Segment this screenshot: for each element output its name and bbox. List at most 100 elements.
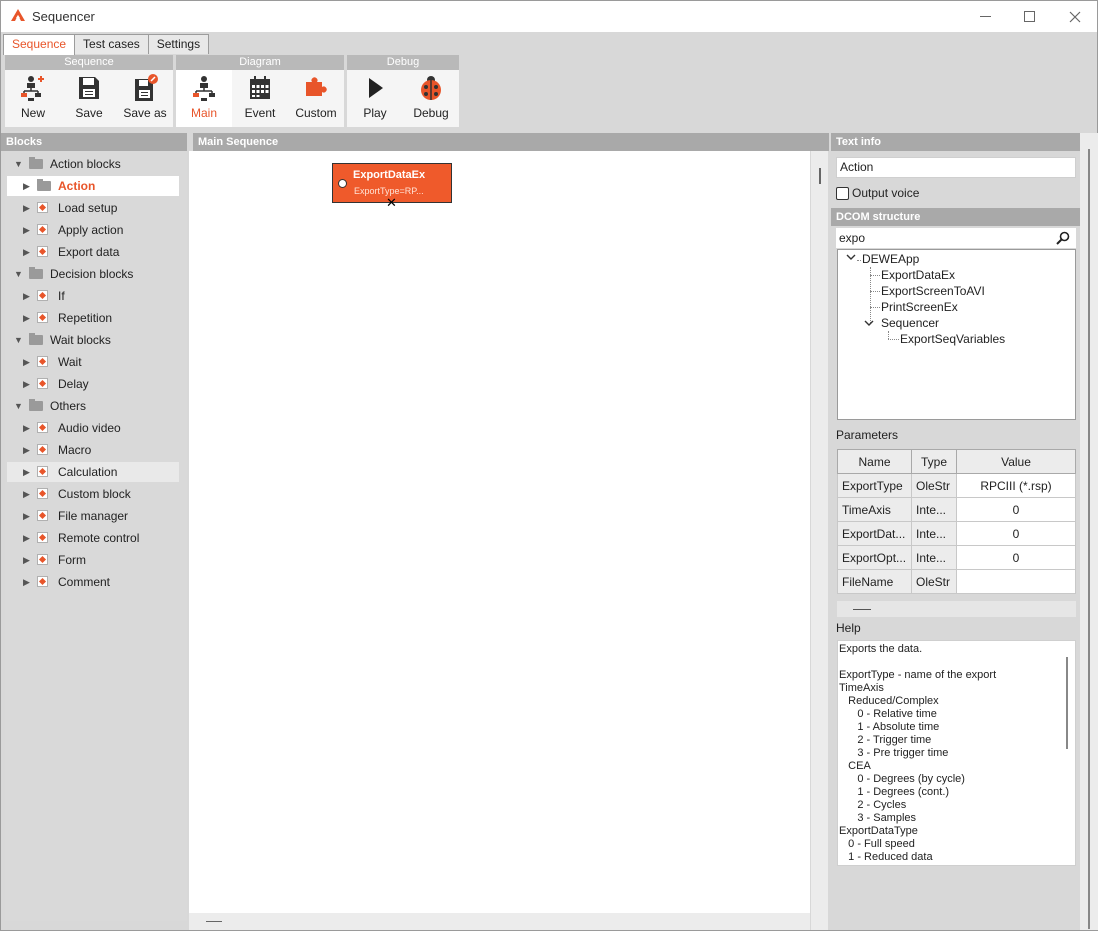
column-header-value[interactable]: Value: [956, 449, 1076, 474]
play-button[interactable]: Play: [347, 70, 403, 127]
expanded-chevron-icon[interactable]: [864, 316, 874, 332]
tree-item-delay[interactable]: ▶ Delay: [5, 374, 179, 394]
dcom-search-input[interactable]: expo: [836, 228, 1076, 248]
tree-item-load-setup[interactable]: ▶ Load setup: [5, 198, 179, 218]
event-button[interactable]: Event: [232, 70, 288, 127]
minimize-icon[interactable]: [963, 1, 1009, 32]
param-value[interactable]: RPCIII (*.rsp): [956, 473, 1076, 498]
param-value[interactable]: [956, 569, 1076, 594]
help-line: 0 - Relative time: [839, 708, 937, 720]
tree-item-repetition[interactable]: ▶ Repetition: [5, 308, 179, 328]
tree-item-action[interactable]: ▶ Action: [7, 176, 179, 196]
tab-settings[interactable]: Settings: [147, 34, 210, 54]
text-info-field[interactable]: Action: [836, 157, 1076, 178]
dcom-node-printscreenex[interactable]: PrintScreenEx: [881, 299, 958, 315]
collapsed-arrow-icon[interactable]: ▶: [23, 176, 30, 196]
tree-folder-wait-blocks[interactable]: ▼ Wait blocks: [5, 330, 179, 350]
help-scrollbar-thumb[interactable]: [1066, 657, 1068, 749]
tree-item-export-data[interactable]: ▶ Export data: [5, 242, 179, 262]
collapsed-arrow-icon[interactable]: ▶: [23, 286, 30, 306]
tree-item-apply-action[interactable]: ▶ Apply action: [5, 220, 179, 240]
collapsed-arrow-icon[interactable]: ▶: [23, 308, 30, 328]
column-header-type[interactable]: Type: [911, 449, 957, 474]
right-panel-scrollbar[interactable]: [1080, 133, 1098, 930]
tree-item-comment[interactable]: ▶ Comment: [5, 572, 179, 592]
tree-item-audio-video[interactable]: ▶ Audio video: [5, 418, 179, 438]
input-port-icon[interactable]: [338, 179, 347, 188]
help-text-box[interactable]: Exports the data. ExportType - name of t…: [837, 640, 1076, 866]
dcom-node-exportscreentoavi[interactable]: ExportScreenToAVI: [881, 283, 985, 299]
tree-item-custom-block[interactable]: ▶ Custom block: [5, 484, 179, 504]
scrollbar-thumb[interactable]: [819, 168, 821, 184]
canvas-vertical-scrollbar[interactable]: [811, 151, 828, 913]
tree-item-remote-control[interactable]: ▶ Remote control: [5, 528, 179, 548]
table-row[interactable]: ExportOpt... Inte... 0: [837, 545, 1076, 570]
scrollbar-thumb[interactable]: [206, 921, 222, 922]
table-row[interactable]: ExportDat... Inte... 0: [837, 521, 1076, 546]
output-voice-checkbox[interactable]: [836, 187, 849, 200]
scrollbar-thumb[interactable]: [1088, 149, 1090, 929]
dcom-node-exportseqvariables[interactable]: ExportSeqVariables: [900, 331, 1005, 347]
expanded-arrow-icon[interactable]: ▼: [14, 264, 23, 284]
collapsed-arrow-icon[interactable]: ▶: [23, 220, 30, 240]
tree-item-if[interactable]: ▶ If: [5, 286, 179, 306]
collapsed-arrow-icon[interactable]: ▶: [23, 352, 30, 372]
block-icon: [37, 290, 48, 301]
expanded-arrow-icon[interactable]: ▼: [14, 330, 23, 350]
save-button[interactable]: Save: [61, 70, 117, 127]
tab-test-cases[interactable]: Test cases: [74, 34, 149, 54]
dcom-node-exportdataex[interactable]: ExportDataEx: [881, 267, 955, 283]
splitter-grip[interactable]: [853, 609, 871, 610]
tree-item-calculation[interactable]: ▶ Calculation: [7, 462, 179, 482]
tree-folder-decision-blocks[interactable]: ▼ Decision blocks: [5, 264, 179, 284]
column-header-name[interactable]: Name: [837, 449, 912, 474]
output-connector-icon[interactable]: ✕: [386, 195, 397, 211]
save-as-button[interactable]: Save as: [117, 70, 173, 127]
collapsed-arrow-icon[interactable]: ▶: [23, 550, 30, 570]
custom-button[interactable]: Custom: [288, 70, 344, 127]
help-line: 1 - Degrees (cont.): [839, 786, 950, 798]
collapsed-arrow-icon[interactable]: ▶: [23, 198, 30, 218]
help-line: TimeAxis: [839, 682, 884, 694]
tree-item-form[interactable]: ▶ Form: [5, 550, 179, 570]
main-diagram-button[interactable]: Main: [176, 70, 232, 127]
dcom-node-deweapp[interactable]: DEWEApp: [862, 251, 919, 267]
tree-label: If: [58, 289, 65, 303]
tab-sequence[interactable]: Sequence: [3, 34, 76, 55]
expanded-chevron-icon[interactable]: [846, 252, 856, 268]
table-row[interactable]: ExportType OleStr RPCIII (*.rsp): [837, 473, 1076, 498]
collapsed-arrow-icon[interactable]: ▶: [23, 506, 30, 526]
sequence-node-exportdataex[interactable]: ExportDataEx ExportType=RP... ✕: [332, 163, 452, 210]
new-sequence-icon: [21, 76, 44, 101]
expanded-arrow-icon[interactable]: ▼: [14, 396, 23, 416]
collapsed-arrow-icon[interactable]: ▶: [23, 572, 30, 592]
collapsed-arrow-icon[interactable]: ▶: [23, 440, 30, 460]
param-value[interactable]: 0: [956, 521, 1076, 546]
maximize-icon[interactable]: [1007, 1, 1053, 32]
collapsed-arrow-icon[interactable]: ▶: [23, 462, 30, 482]
sequence-canvas[interactable]: ExportDataEx ExportType=RP... ✕: [189, 151, 810, 913]
expanded-arrow-icon[interactable]: ▼: [14, 154, 23, 174]
dcom-node-sequencer[interactable]: Sequencer: [881, 315, 939, 331]
canvas-horizontal-scrollbar[interactable]: [189, 913, 810, 930]
panel-splitter[interactable]: [837, 601, 1076, 617]
new-button[interactable]: New: [5, 70, 61, 127]
collapsed-arrow-icon[interactable]: ▶: [23, 528, 30, 548]
param-value[interactable]: 0: [956, 545, 1076, 570]
collapsed-arrow-icon[interactable]: ▶: [23, 374, 30, 394]
collapsed-arrow-icon[interactable]: ▶: [23, 484, 30, 504]
tree-item-macro[interactable]: ▶ Macro: [5, 440, 179, 460]
table-row[interactable]: FileName OleStr: [837, 569, 1076, 594]
collapsed-arrow-icon[interactable]: ▶: [23, 242, 30, 262]
collapsed-arrow-icon[interactable]: ▶: [23, 418, 30, 438]
tree-item-file-manager[interactable]: ▶ File manager: [5, 506, 179, 526]
tree-folder-others[interactable]: ▼ Others: [5, 396, 179, 416]
table-row[interactable]: TimeAxis Inte... 0: [837, 497, 1076, 522]
tree-item-wait[interactable]: ▶ Wait: [5, 352, 179, 372]
tree-folder-action-blocks[interactable]: ▼ Action blocks: [5, 154, 179, 174]
param-value[interactable]: 0: [956, 497, 1076, 522]
search-icon[interactable]: [1056, 231, 1070, 251]
debug-button[interactable]: Debug: [403, 70, 459, 127]
close-icon[interactable]: [1052, 1, 1098, 32]
help-line: 3 - Pre trigger time: [839, 747, 949, 759]
